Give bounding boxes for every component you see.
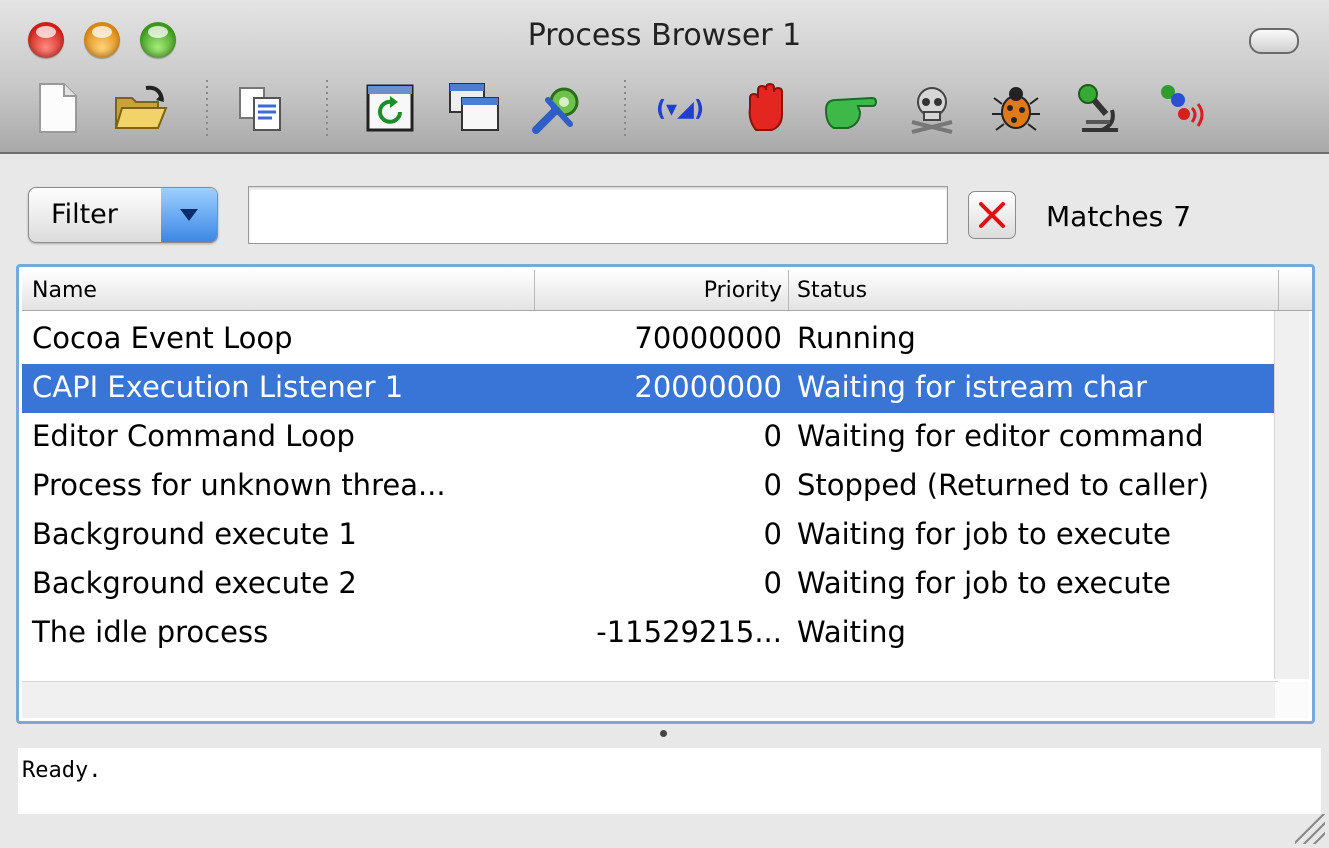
process-name: Process for unknown threa... xyxy=(32,468,446,502)
process-priority: 0 xyxy=(763,419,782,453)
table-row[interactable]: Background execute 2 0 Waiting for job t… xyxy=(22,560,1278,609)
toolbar-toggle-button[interactable] xyxy=(1249,28,1299,54)
table-row[interactable]: Process for unknown threa... 0 Stopped (… xyxy=(22,462,1278,511)
process-name: The idle process xyxy=(32,615,269,649)
process-priority: -11529215... xyxy=(596,615,782,649)
kill-skull-icon[interactable] xyxy=(904,80,960,136)
scroll-corner xyxy=(1275,682,1309,718)
process-name: CAPI Execution Listener 1 xyxy=(32,370,404,404)
process-status: Waiting for editor command xyxy=(797,419,1204,453)
filter-input[interactable] xyxy=(248,186,948,244)
stop-hand-icon[interactable] xyxy=(740,80,796,136)
process-name: Background execute 1 xyxy=(32,517,357,551)
table-body: Cocoa Event Loop 70000000 Running CAPI E… xyxy=(22,311,1278,679)
table-row[interactable]: Cocoa Event Loop 70000000 Running xyxy=(22,315,1278,364)
column-header-status[interactable]: Status xyxy=(797,278,867,303)
copy-icon[interactable] xyxy=(232,80,288,136)
process-status: Running xyxy=(797,321,916,355)
listen-icon[interactable] xyxy=(1154,80,1210,136)
clear-filter-button[interactable] xyxy=(968,191,1016,239)
svg-text:(▾◢): (▾◢) xyxy=(656,97,704,122)
table-row-selected[interactable]: CAPI Execution Listener 1 20000000 Waiti… xyxy=(22,364,1278,413)
filter-dropdown-label: Filter xyxy=(51,199,118,230)
status-text: Ready. xyxy=(22,758,102,783)
process-status: Waiting xyxy=(797,615,906,649)
chevron-down-icon xyxy=(161,188,217,242)
process-name: Background execute 2 xyxy=(32,566,357,600)
process-priority: 0 xyxy=(763,517,782,551)
table-row[interactable]: Background execute 1 0 Waiting for job t… xyxy=(22,511,1278,560)
process-table[interactable]: Name Priority Status Cocoa Event Loop 70… xyxy=(16,264,1315,724)
continue-pointing-hand-icon[interactable] xyxy=(822,80,878,136)
table-header: Name Priority Status xyxy=(22,270,1312,311)
filter-dropdown[interactable]: Filter xyxy=(28,187,218,243)
vertical-scrollbar[interactable] xyxy=(1274,311,1309,679)
column-header-name[interactable]: Name xyxy=(32,278,97,303)
process-priority: 0 xyxy=(763,468,782,502)
close-icon xyxy=(979,202,1005,228)
process-status: Stopped (Returned to caller) xyxy=(797,468,1210,502)
process-name: Cocoa Event Loop xyxy=(32,321,293,355)
status-pane: Ready. xyxy=(18,748,1321,814)
horizontal-scrollbar[interactable] xyxy=(22,681,1278,718)
resize-grip-icon[interactable] xyxy=(1295,814,1325,844)
process-status: Waiting for istream char xyxy=(797,370,1148,404)
title-toolbar-area: Process Browser 1 (▾◢) xyxy=(0,0,1329,154)
tools-gear-icon[interactable] xyxy=(530,80,586,136)
window-title: Process Browser 1 xyxy=(527,18,802,53)
windows-icon[interactable] xyxy=(446,80,502,136)
matches-counter: Matches 7 xyxy=(1046,200,1191,233)
process-priority: 70000000 xyxy=(634,321,782,355)
matches-count: 7 xyxy=(1173,200,1192,233)
break-icon[interactable]: (▾◢) xyxy=(652,80,708,136)
open-folder-icon[interactable] xyxy=(112,80,168,136)
process-name: Editor Command Loop xyxy=(32,419,355,453)
pane-splitter-handle[interactable] xyxy=(660,730,667,737)
inspect-microscope-icon[interactable] xyxy=(1072,80,1128,136)
column-header-priority[interactable]: Priority xyxy=(704,278,782,303)
process-priority: 20000000 xyxy=(634,370,782,404)
process-status: Waiting for job to execute xyxy=(797,566,1171,600)
new-document-icon[interactable] xyxy=(30,80,86,136)
debug-bug-icon[interactable] xyxy=(988,80,1044,136)
refresh-icon[interactable] xyxy=(362,80,418,136)
table-row[interactable]: Editor Command Loop 0 Waiting for editor… xyxy=(22,413,1278,462)
table-row[interactable]: The idle process -11529215... Waiting xyxy=(22,609,1278,658)
process-priority: 0 xyxy=(763,566,782,600)
matches-label: Matches xyxy=(1046,200,1164,233)
process-status: Waiting for job to execute xyxy=(797,517,1171,551)
process-browser-window: Process Browser 1 (▾◢) Filter Matches 7 … xyxy=(0,0,1329,848)
